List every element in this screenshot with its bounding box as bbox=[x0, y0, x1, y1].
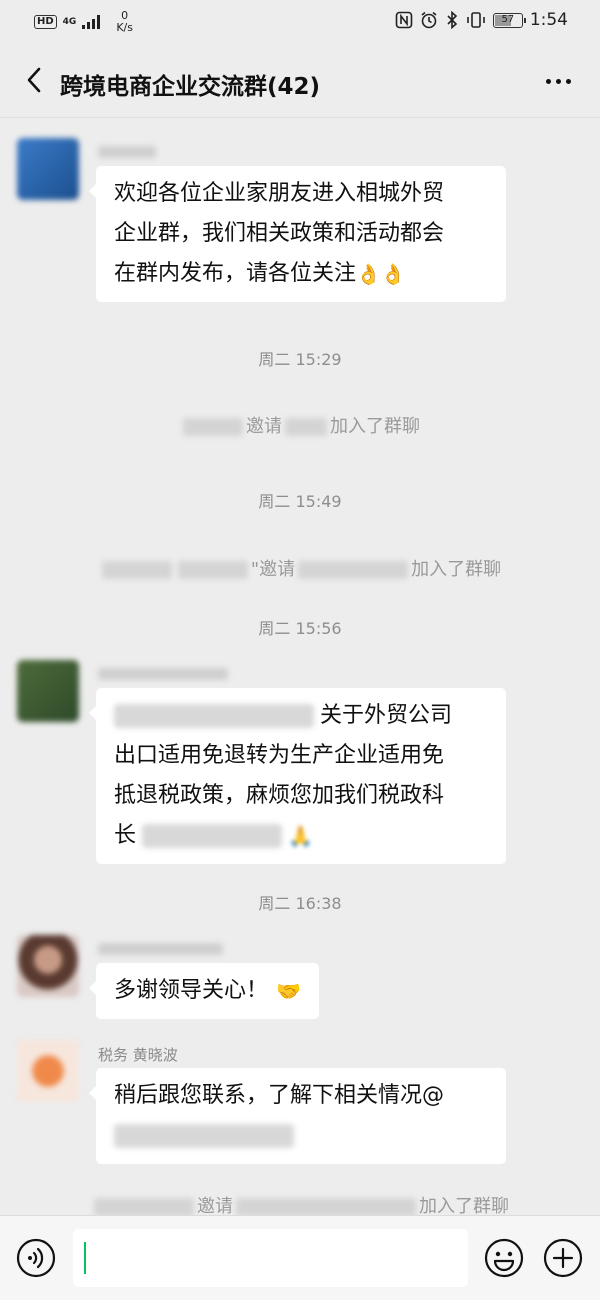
back-icon[interactable] bbox=[18, 62, 54, 98]
message-line: 出口适用免退转为生产企业适用免 bbox=[114, 743, 445, 768]
timestamp: 周二 15:56 bbox=[258, 619, 342, 638]
bluetooth-icon bbox=[447, 11, 457, 29]
system-verb: "邀请 bbox=[250, 559, 296, 580]
avatar[interactable] bbox=[17, 138, 79, 200]
timestamp: 周二 15:29 bbox=[258, 350, 342, 369]
system-tail: 加入了群聊 bbox=[419, 1196, 509, 1217]
sender-name bbox=[98, 144, 156, 162]
system-message: "邀请 加入了群聊 bbox=[0, 555, 600, 581]
input-bar bbox=[0, 1215, 600, 1300]
timestamp: 周二 16:38 bbox=[258, 894, 342, 913]
status-left: HD 4G 0 K/s bbox=[34, 10, 133, 34]
network-speed: 0 K/s bbox=[116, 10, 133, 34]
message-line: 长 bbox=[114, 823, 137, 848]
message-bubble[interactable]: 多谢领导关心！ 🤝 bbox=[89, 963, 319, 1019]
message-line: 关于外贸公司 bbox=[320, 703, 453, 728]
message-bubble[interactable]: 关于外贸公司 出口适用免退转为生产企业适用免 抵退税政策，麻烦您加我们税政科 长… bbox=[89, 688, 506, 864]
timestamp: 周二 15:49 bbox=[258, 492, 342, 511]
avatar[interactable] bbox=[17, 1040, 79, 1102]
sender-name bbox=[98, 941, 223, 959]
signal-icon bbox=[82, 15, 101, 29]
message-text: 多谢领导关心！ bbox=[114, 978, 269, 1003]
folded-hands-emoji: 🙏 bbox=[288, 824, 313, 848]
message-line: 在群内发布，请各位关注 bbox=[114, 261, 357, 286]
network-type: 4G bbox=[62, 16, 77, 27]
battery-icon: 57 bbox=[492, 12, 526, 28]
network-speed-unit: K/s bbox=[116, 21, 133, 34]
chat-title: 跨境电商企业交流群(42) bbox=[60, 74, 321, 100]
text-caret bbox=[84, 1242, 86, 1274]
system-message: 邀请 加入了群聊 bbox=[0, 412, 600, 438]
alarm-icon bbox=[421, 11, 437, 29]
ok-hand-emoji: 👌👌 bbox=[356, 262, 406, 286]
sender-name: 税务 黄晓波 bbox=[98, 1046, 178, 1064]
message-bubble[interactable]: 欢迎各位企业家朋友进入相城外贸 企业群，我们相关政策和活动都会 在群内发布，请各… bbox=[89, 166, 506, 302]
status-bar: HD 4G 0 K/s 57 1:54 bbox=[0, 0, 600, 44]
system-verb: 邀请 bbox=[197, 1196, 233, 1217]
message-input[interactable] bbox=[73, 1229, 468, 1287]
chat-header: 跨境电商企业交流群(42) bbox=[0, 44, 600, 118]
message-bubble[interactable]: 稍后跟您联系，了解下相关情况@ bbox=[89, 1068, 506, 1164]
name-blurred bbox=[142, 824, 283, 848]
handshake-emoji: 🤝 bbox=[276, 979, 301, 1003]
message-line: 抵退税政策，麻烦您加我们税政科 bbox=[114, 783, 445, 808]
avatar[interactable] bbox=[17, 660, 79, 722]
system-tail: 加入了群聊 bbox=[411, 559, 502, 580]
avatar[interactable] bbox=[17, 935, 79, 997]
message-line: 欢迎各位企业家朋友进入相城外贸 bbox=[114, 181, 445, 206]
emoji-icon[interactable] bbox=[484, 1238, 524, 1278]
status-right: 57 1:54 bbox=[395, 10, 568, 30]
message-line: 稍后跟您联系，了解下相关情况@ bbox=[114, 1083, 445, 1108]
mention-blurred bbox=[114, 704, 314, 728]
vibrate-icon bbox=[467, 12, 485, 28]
plus-icon[interactable] bbox=[543, 1238, 583, 1278]
battery-level: 57 bbox=[501, 13, 515, 25]
sender-name bbox=[98, 666, 228, 684]
nfc-icon bbox=[395, 11, 413, 29]
hd-badge: HD bbox=[34, 15, 57, 29]
more-icon[interactable] bbox=[540, 66, 576, 96]
mention-blurred bbox=[114, 1124, 294, 1148]
system-verb: 邀请 bbox=[246, 416, 282, 437]
clock: 1:54 bbox=[529, 10, 568, 30]
system-tail: 加入了群聊 bbox=[330, 416, 420, 437]
message-line: 企业群，我们相关政策和活动都会 bbox=[114, 221, 445, 246]
voice-icon[interactable] bbox=[16, 1238, 56, 1278]
